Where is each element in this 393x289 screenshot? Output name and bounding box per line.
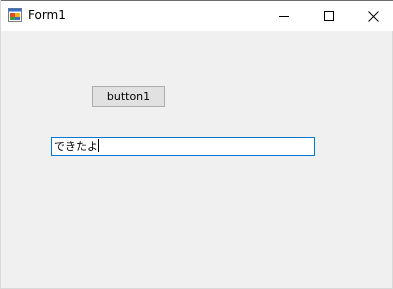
minimize-button[interactable]: [261, 1, 306, 31]
minimize-icon: [278, 16, 289, 17]
maximize-button[interactable]: [306, 1, 351, 31]
form-client-area: button1 できたよ: [1, 31, 392, 288]
textbox1-value: できたよ: [54, 140, 98, 153]
maximize-icon: [323, 11, 334, 21]
title-bar[interactable]: Form1: [1, 0, 393, 31]
window-title: Form1: [28, 8, 66, 22]
winforms-app-icon[interactable]: [8, 8, 22, 22]
close-icon: [368, 10, 379, 22]
form1-window: Form1 button1 できたよ: [0, 0, 393, 289]
textbox1[interactable]: できたよ: [51, 137, 315, 156]
button1[interactable]: button1: [92, 86, 165, 107]
close-button[interactable]: [351, 1, 393, 31]
text-caret: [98, 139, 99, 152]
